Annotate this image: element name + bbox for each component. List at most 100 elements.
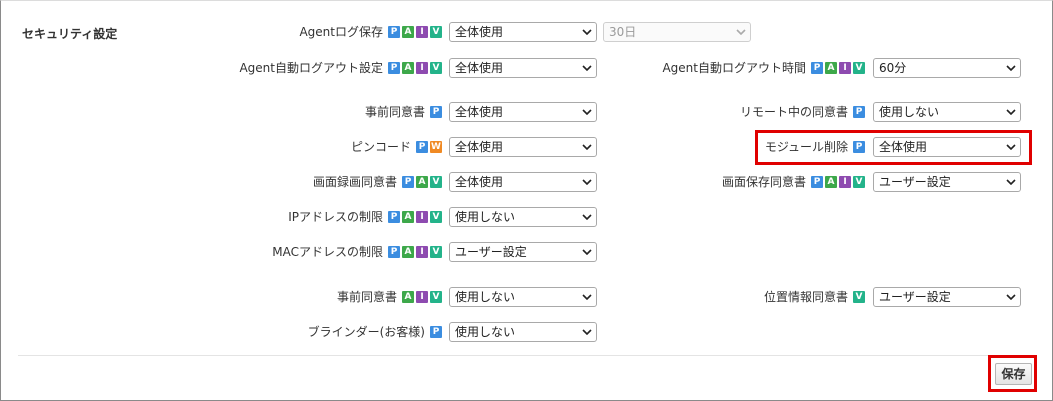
select-value: 全体使用 [455,175,504,189]
p-badge: P [388,211,400,223]
module-delete-select[interactable]: 全体使用 [873,137,1021,157]
chevron-down-icon [1002,144,1020,150]
chevron-down-icon [578,294,596,300]
agent-logout-time-label: Agent自動ログアウト時間 PAIV [662,58,865,78]
agent-log-label: Agentログ保存 PAIV [299,22,442,42]
screen-rec-consent-select[interactable]: 全体使用 [449,172,597,192]
v-badge: V [430,211,442,223]
p-badge: P [416,141,428,153]
agent-logout-time-select[interactable]: 60分 [873,58,1021,78]
label-text: 位置情報同意書 [763,290,848,304]
p-badge: P [430,106,442,118]
a-badge: A [416,176,428,188]
prior-consent-2-label: 事前同意書 AIV [337,287,442,307]
chevron-down-icon [1002,179,1020,185]
blinder-select[interactable]: 使用しない [449,322,597,342]
mac-limit-label: MACアドレスの制限 PAIV [272,242,442,262]
a-badge: A [402,62,414,74]
w-badge: W [430,141,442,153]
mac-limit-select[interactable]: ユーザー設定 [449,242,597,262]
a-badge: A [825,176,837,188]
v-badge: V [853,62,865,74]
select-value: 全体使用 [455,140,504,154]
remote-consent-select[interactable]: 使用しない [873,102,1021,122]
v-badge: V [430,291,442,303]
agent-logout-label: Agent自動ログアウト設定 PAIV [239,58,442,78]
label-text: Agent自動ログアウト時間 [662,61,806,75]
label-text: モジュール削除 [764,140,848,154]
label-text: IPアドレスの制限 [288,210,383,224]
label-text: Agentログ保存 [299,25,383,39]
pin-code-label: ピンコード PW [351,137,442,157]
location-consent-label: 位置情報同意書 V [764,287,865,307]
remote-consent-label: リモート中の同意書 P [740,102,865,122]
prior-consent-select[interactable]: 全体使用 [449,102,597,122]
p-badge: P [388,246,400,258]
p-badge: P [811,176,823,188]
chevron-down-icon [578,109,596,115]
ip-limit-select[interactable]: 使用しない [449,207,597,227]
save-button[interactable]: 保存 [995,363,1032,385]
p-badge: P [430,326,442,338]
prior-consent-label: 事前同意書 P [365,102,442,122]
chevron-down-icon [578,179,596,185]
select-value: 使用しない [455,290,516,304]
agent-log-period-select: 30日 [603,22,751,42]
label-text: 画面録画同意書 [312,175,397,189]
a-badge: A [402,26,414,38]
p-badge: P [388,62,400,74]
section-title: セキュリティ設定 [22,27,118,41]
screen-save-consent-select[interactable]: ユーザー設定 [873,172,1021,192]
blinder-label: ブラインダー(お客様) P [308,322,442,342]
select-value: 60分 [879,61,907,75]
location-consent-select[interactable]: ユーザー設定 [873,287,1021,307]
chevron-down-icon [578,249,596,255]
select-value: 全体使用 [879,140,928,154]
v-badge: V [430,62,442,74]
chevron-down-icon [1002,294,1020,300]
i-badge: I [839,176,851,188]
v-badge: V [853,176,865,188]
chevron-down-icon [1002,109,1020,115]
a-badge: A [402,291,414,303]
p-badge: P [402,176,414,188]
agent-logout-select[interactable]: 全体使用 [449,58,597,78]
p-badge: P [388,26,400,38]
agent-log-select[interactable]: 全体使用 [449,22,597,42]
label-text: リモート中の同意書 [739,105,848,119]
label-text: MACアドレスの制限 [272,245,383,259]
a-badge: A [402,246,414,258]
select-value: ユーザー設定 [879,175,951,189]
label-text: ピンコード [350,140,411,154]
select-value: 全体使用 [455,25,504,39]
p-badge: P [853,141,865,153]
label-text: 画面保存同意書 [721,175,806,189]
prior-consent-2-select[interactable]: 使用しない [449,287,597,307]
screen-rec-consent-label: 画面録画同意書 PAV [313,172,442,192]
select-value: 全体使用 [455,61,504,75]
i-badge: I [416,291,428,303]
label-text: 事前同意書 [336,290,397,304]
chevron-down-icon [578,65,596,71]
select-value: 使用しない [455,325,516,339]
i-badge: I [416,26,428,38]
v-badge: V [430,26,442,38]
section-divider [18,355,1034,356]
pin-code-select[interactable]: 全体使用 [449,137,597,157]
chevron-down-icon [578,29,596,35]
i-badge: I [416,246,428,258]
label-text: Agent自動ログアウト設定 [239,61,383,75]
chevron-down-icon [1002,65,1020,71]
chevron-down-icon [578,329,596,335]
label-text: ブラインダー(お客様) [307,325,425,339]
a-badge: A [825,62,837,74]
select-value: ユーザー設定 [879,290,951,304]
i-badge: I [416,62,428,74]
i-badge: I [839,62,851,74]
chevron-down-icon [732,29,750,35]
v-badge: V [430,246,442,258]
chevron-down-icon [578,144,596,150]
p-badge: P [811,62,823,74]
select-value: 30日 [609,25,637,39]
v-badge: V [853,291,865,303]
